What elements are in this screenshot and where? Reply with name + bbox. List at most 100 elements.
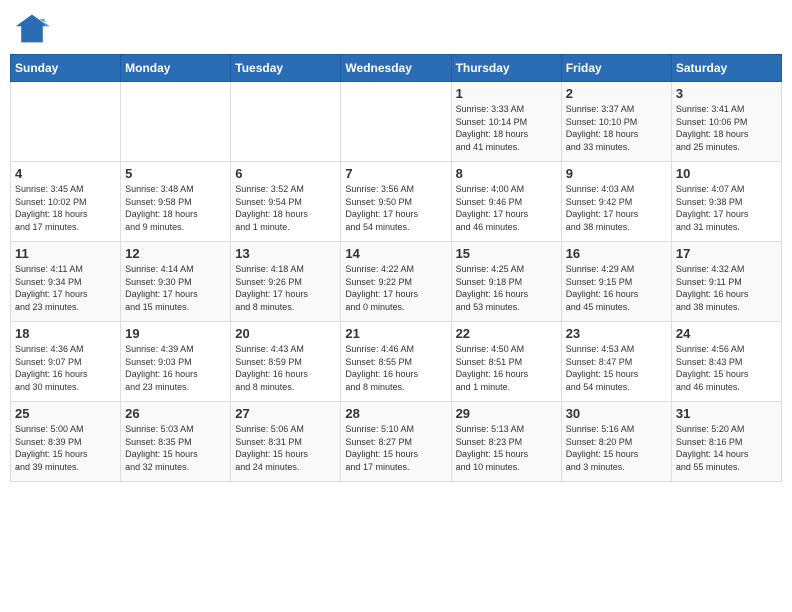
day-header-tuesday: Tuesday [231, 55, 341, 82]
day-info: Sunrise: 3:48 AM Sunset: 9:58 PM Dayligh… [125, 183, 226, 233]
day-number: 10 [676, 166, 777, 181]
calendar-cell: 3 Sunrise: 3:41 AM Sunset: 10:06 PM Dayli… [671, 82, 781, 162]
day-number: 28 [345, 406, 446, 421]
day-number: 5 [125, 166, 226, 181]
calendar-cell: 17 Sunrise: 4:32 AM Sunset: 9:11 PM Dayli… [671, 242, 781, 322]
day-header-row: SundayMondayTuesdayWednesdayThursdayFrid… [11, 55, 782, 82]
day-number: 4 [15, 166, 116, 181]
day-number: 2 [566, 86, 667, 101]
calendar-cell: 2 Sunrise: 3:37 AM Sunset: 10:10 PM Dayli… [561, 82, 671, 162]
calendar-cell: 14 Sunrise: 4:22 AM Sunset: 9:22 PM Dayli… [341, 242, 451, 322]
calendar-cell: 27 Sunrise: 5:06 AM Sunset: 8:31 PM Dayli… [231, 402, 341, 482]
day-info: Sunrise: 3:37 AM Sunset: 10:10 PM Daylig… [566, 103, 667, 153]
calendar-cell [121, 82, 231, 162]
day-number: 1 [456, 86, 557, 101]
day-header-friday: Friday [561, 55, 671, 82]
calendar-cell: 10Sunrise: 4:07 AM Sunset: 9:38 PM Dayli… [671, 162, 781, 242]
day-info: Sunrise: 4:00 AM Sunset: 9:46 PM Dayligh… [456, 183, 557, 233]
calendar-cell [341, 82, 451, 162]
day-info: Sunrise: 3:45 AM Sunset: 10:02 PM Daylig… [15, 183, 116, 233]
day-info: Sunrise: 4:25 AM Sunset: 9:18 PM Dayligh… [456, 263, 557, 313]
calendar-cell: 23Sunrise: 4:53 AM Sunset: 8:47 PM Dayli… [561, 322, 671, 402]
day-info: Sunrise: 4:56 AM Sunset: 8:43 PM Dayligh… [676, 343, 777, 393]
day-number: 25 [15, 406, 116, 421]
day-number: 17 [676, 246, 777, 261]
day-info: Sunrise: 5:16 AM Sunset: 8:20 PM Dayligh… [566, 423, 667, 473]
calendar-cell: 5 Sunrise: 3:48 AM Sunset: 9:58 PM Daylig… [121, 162, 231, 242]
day-number: 30 [566, 406, 667, 421]
day-header-wednesday: Wednesday [341, 55, 451, 82]
day-info: Sunrise: 3:33 AM Sunset: 10:14 PM Daylig… [456, 103, 557, 153]
day-info: Sunrise: 4:32 AM Sunset: 9:11 PM Dayligh… [676, 263, 777, 313]
day-number: 18 [15, 326, 116, 341]
day-number: 9 [566, 166, 667, 181]
calendar-cell: 12 Sunrise: 4:14 AM Sunset: 9:30 PM Dayli… [121, 242, 231, 322]
day-number: 27 [235, 406, 336, 421]
day-number: 6 [235, 166, 336, 181]
day-info: Sunrise: 4:03 AM Sunset: 9:42 PM Dayligh… [566, 183, 667, 233]
day-info: Sunrise: 4:50 AM Sunset: 8:51 PM Dayligh… [456, 343, 557, 393]
day-info: Sunrise: 5:13 AM Sunset: 8:23 PM Dayligh… [456, 423, 557, 473]
calendar-cell: 31 Sunrise: 5:20 AM Sunset: 8:16 PM Dayli… [671, 402, 781, 482]
calendar-cell: 30 Sunrise: 5:16 AM Sunset: 8:20 PM Dayli… [561, 402, 671, 482]
day-number: 20 [235, 326, 336, 341]
calendar-cell: 28Sunrise: 5:10 AM Sunset: 8:27 PM Dayli… [341, 402, 451, 482]
day-number: 22 [456, 326, 557, 341]
day-number: 15 [456, 246, 557, 261]
day-number: 3 [676, 86, 777, 101]
week-row-1: 1 Sunrise: 3:33 AM Sunset: 10:14 PM Dayli… [11, 82, 782, 162]
day-number: 19 [125, 326, 226, 341]
calendar-cell: 7 Sunrise: 3:56 AM Sunset: 9:50 PM Daylig… [341, 162, 451, 242]
week-row-5: 25 Sunrise: 5:00 AM Sunset: 8:39 PM Dayli… [11, 402, 782, 482]
day-info: Sunrise: 5:06 AM Sunset: 8:31 PM Dayligh… [235, 423, 336, 473]
calendar-cell: 6 Sunrise: 3:52 AM Sunset: 9:54 PM Daylig… [231, 162, 341, 242]
calendar-cell: 11Sunrise: 4:11 AM Sunset: 9:34 PM Dayli… [11, 242, 121, 322]
week-row-2: 4 Sunrise: 3:45 AM Sunset: 10:02 PM Dayli… [11, 162, 782, 242]
day-number: 29 [456, 406, 557, 421]
week-row-3: 11Sunrise: 4:11 AM Sunset: 9:34 PM Dayli… [11, 242, 782, 322]
logo [14, 10, 54, 46]
day-number: 7 [345, 166, 446, 181]
calendar-cell [11, 82, 121, 162]
day-number: 12 [125, 246, 226, 261]
day-info: Sunrise: 3:41 AM Sunset: 10:06 PM Daylig… [676, 103, 777, 153]
day-number: 21 [345, 326, 446, 341]
day-info: Sunrise: 4:39 AM Sunset: 9:03 PM Dayligh… [125, 343, 226, 393]
day-info: Sunrise: 5:00 AM Sunset: 8:39 PM Dayligh… [15, 423, 116, 473]
calendar-cell: 18 Sunrise: 4:36 AM Sunset: 9:07 PM Dayli… [11, 322, 121, 402]
calendar-cell: 22 Sunrise: 4:50 AM Sunset: 8:51 PM Dayli… [451, 322, 561, 402]
calendar-cell: 16 Sunrise: 4:29 AM Sunset: 9:15 PM Dayli… [561, 242, 671, 322]
day-header-sunday: Sunday [11, 55, 121, 82]
logo-icon [14, 10, 50, 46]
calendar-cell [231, 82, 341, 162]
day-info: Sunrise: 4:29 AM Sunset: 9:15 PM Dayligh… [566, 263, 667, 313]
day-number: 26 [125, 406, 226, 421]
day-header-monday: Monday [121, 55, 231, 82]
week-row-4: 18 Sunrise: 4:36 AM Sunset: 9:07 PM Dayli… [11, 322, 782, 402]
day-info: Sunrise: 4:11 AM Sunset: 9:34 PM Dayligh… [15, 263, 116, 313]
day-number: 14 [345, 246, 446, 261]
calendar-cell: 26 Sunrise: 5:03 AM Sunset: 8:35 PM Dayli… [121, 402, 231, 482]
calendar-table: SundayMondayTuesdayWednesdayThursdayFrid… [10, 54, 782, 482]
calendar-cell: 4 Sunrise: 3:45 AM Sunset: 10:02 PM Dayli… [11, 162, 121, 242]
day-info: Sunrise: 4:43 AM Sunset: 8:59 PM Dayligh… [235, 343, 336, 393]
day-info: Sunrise: 3:52 AM Sunset: 9:54 PM Dayligh… [235, 183, 336, 233]
calendar-cell: 19 Sunrise: 4:39 AM Sunset: 9:03 PM Dayli… [121, 322, 231, 402]
day-info: Sunrise: 4:46 AM Sunset: 8:55 PM Dayligh… [345, 343, 446, 393]
day-info: Sunrise: 4:22 AM Sunset: 9:22 PM Dayligh… [345, 263, 446, 313]
calendar-cell: 8Sunrise: 4:00 AM Sunset: 9:46 PM Daylig… [451, 162, 561, 242]
day-number: 16 [566, 246, 667, 261]
calendar-cell: 29 Sunrise: 5:13 AM Sunset: 8:23 PM Dayli… [451, 402, 561, 482]
day-info: Sunrise: 3:56 AM Sunset: 9:50 PM Dayligh… [345, 183, 446, 233]
day-info: Sunrise: 4:36 AM Sunset: 9:07 PM Dayligh… [15, 343, 116, 393]
calendar-cell: 1 Sunrise: 3:33 AM Sunset: 10:14 PM Dayli… [451, 82, 561, 162]
day-info: Sunrise: 5:03 AM Sunset: 8:35 PM Dayligh… [125, 423, 226, 473]
day-number: 13 [235, 246, 336, 261]
day-header-saturday: Saturday [671, 55, 781, 82]
day-info: Sunrise: 5:20 AM Sunset: 8:16 PM Dayligh… [676, 423, 777, 473]
day-info: Sunrise: 4:18 AM Sunset: 9:26 PM Dayligh… [235, 263, 336, 313]
day-number: 31 [676, 406, 777, 421]
day-number: 23 [566, 326, 667, 341]
calendar-cell: 13 Sunrise: 4:18 AM Sunset: 9:26 PM Dayli… [231, 242, 341, 322]
day-info: Sunrise: 4:14 AM Sunset: 9:30 PM Dayligh… [125, 263, 226, 313]
